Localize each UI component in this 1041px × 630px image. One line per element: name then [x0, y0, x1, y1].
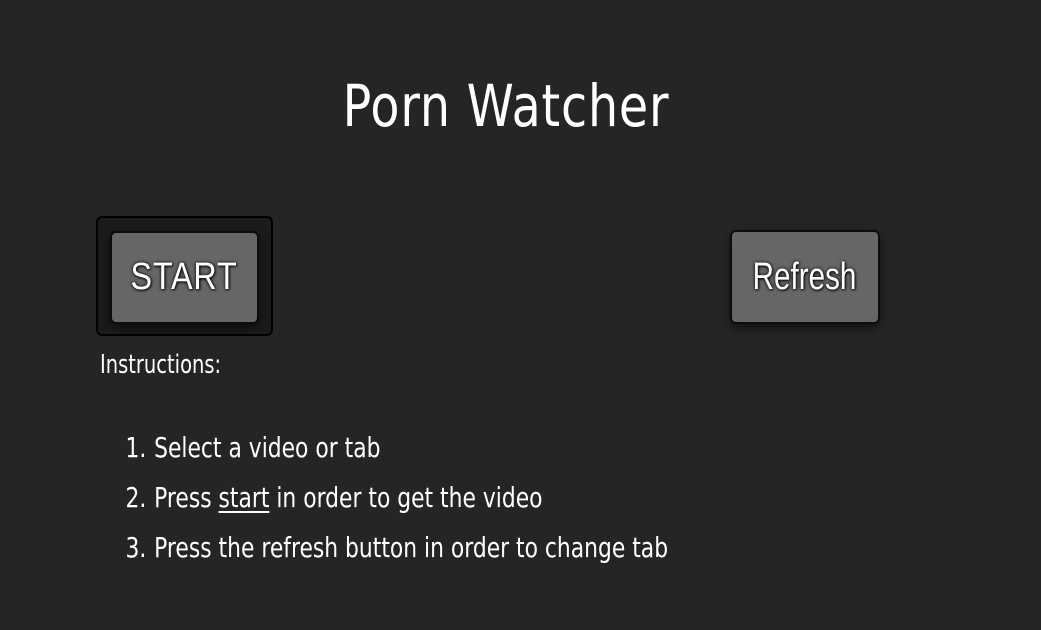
page: Porn Watcher START Refresh Instructions:…: [0, 0, 1041, 630]
step-text: Press the refresh button in order to cha…: [154, 531, 669, 564]
start-button-label: START: [130, 256, 239, 298]
start-inline-link[interactable]: start: [219, 481, 270, 514]
instruction-step-1: 1. Select a video or tab: [112, 425, 668, 475]
start-button[interactable]: START: [110, 231, 259, 324]
refresh-button-label: Refresh: [753, 255, 857, 298]
refresh-button[interactable]: Refresh: [730, 230, 880, 324]
step-number: 2.: [125, 481, 147, 514]
instruction-step-3: 3. Press the refresh button in order to c…: [112, 525, 668, 575]
step-number: 3.: [125, 531, 147, 564]
instructions-list: 1. Select a video or tab 2. Press start in…: [112, 425, 825, 575]
step-text: Select a video or tab: [154, 431, 381, 464]
step-text-before: Press: [154, 481, 219, 514]
step-text-after: in order to get the video: [269, 481, 543, 514]
step-number: 1.: [125, 431, 147, 464]
page-title: Porn Watcher: [342, 72, 670, 140]
start-button-frame: START: [96, 216, 273, 336]
instruction-step-2: 2. Press start in order to get the video: [112, 475, 668, 525]
instructions-heading: Instructions:: [100, 350, 222, 380]
